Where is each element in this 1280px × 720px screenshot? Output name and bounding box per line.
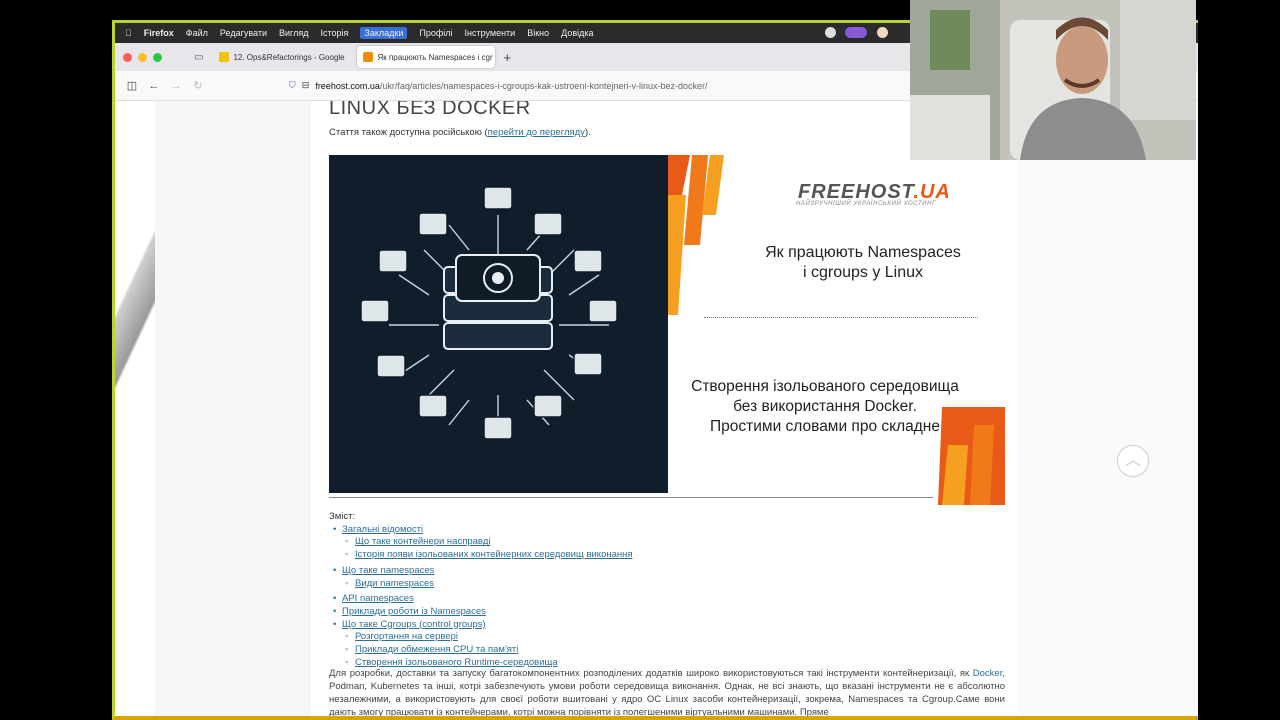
language-note-suffix: ).: [584, 127, 591, 138]
article-title: LINUX БЕЗ DOCKER: [329, 101, 531, 119]
url-path: /ukr/faq/articles/namespaces-i-cgroups-k…: [379, 80, 708, 91]
article-body: LINUX БЕЗ DOCKER Стаття також доступна р…: [311, 101, 1019, 716]
article-banner: FREEHOST.UA НАЙЗРУЧНІШИЙ УКРАЇНСЬКИЙ ХОС…: [329, 155, 1005, 505]
language-note-prefix: Стаття також доступна російською (: [329, 127, 488, 138]
docker-link[interactable]: Docker: [973, 668, 1003, 679]
banner-subheading: Створення ізольованого середовища без ви…: [672, 377, 978, 437]
toc-item: Що таке контейнери насправді: [329, 536, 633, 549]
table-of-contents: Зміст: Загальні відомості Що таке контей…: [329, 511, 633, 669]
language-note: Стаття також доступна російською (перейт…: [329, 127, 591, 138]
banner-orange-stripes: [668, 155, 1005, 505]
screen-record-icon[interactable]: [845, 27, 867, 38]
webcam-overlay: [910, 0, 1196, 160]
freehost-favicon-icon: [363, 52, 374, 62]
banner-heading: Як працюють Namespaces і cgroups у Linux: [728, 243, 998, 283]
toc-link[interactable]: Що таке Cgroups (control groups): [342, 619, 486, 630]
banner-subheading-line: без використання Docker.: [733, 398, 917, 415]
toc-link[interactable]: Загальні відомості: [342, 524, 423, 535]
toc-item: Приклади роботи із Namespaces: [329, 606, 633, 619]
close-window-button[interactable]: [123, 52, 132, 62]
menu-file[interactable]: Файл: [186, 28, 208, 38]
toc-list: Загальні відомості Що таке контейнери на…: [329, 524, 633, 670]
russian-version-link[interactable]: перейти до перегляду: [488, 127, 585, 138]
url-host: freehost.com.ua: [315, 80, 380, 91]
sidebar-tabs-icon[interactable]: ▭: [194, 52, 203, 63]
tray-app-icon[interactable]: [825, 27, 836, 38]
container-architecture-illustration: [360, 186, 618, 440]
scroll-to-top-button[interactable]: ︿: [1117, 445, 1149, 477]
toc-item: Розгортання на сервері: [329, 631, 633, 644]
logo-slogan: НАЙЗРУЧНІШИЙ УКРАЇНСЬКИЙ ХОСТИНГ: [796, 201, 936, 207]
new-tab-icon[interactable]: +: [503, 50, 511, 65]
toc-link[interactable]: Приклади обмеження CPU та пам'яті: [355, 644, 518, 655]
toc-link[interactable]: API namespaces: [342, 593, 414, 604]
banner-heading-line: і cgroups у Linux: [802, 264, 924, 281]
back-arrow-icon[interactable]: ←: [143, 80, 165, 92]
toc-item: Види namespaces: [329, 578, 633, 591]
page-info-icon[interactable]: ⊟: [302, 80, 310, 91]
tab-freehost-article[interactable]: Як працюють Namespaces і cgr ✕: [357, 46, 496, 68]
tab-label: Як працюють Namespaces і cgr: [377, 52, 493, 62]
menu-window[interactable]: Вікно: [527, 28, 549, 38]
minimize-window-button[interactable]: [138, 52, 147, 62]
toc-item: Історія появи ізольованих контейнерних с…: [329, 549, 633, 562]
toc-link[interactable]: Що таке контейнери насправді: [355, 536, 491, 547]
banner-heading-line: Як працюють Namespaces: [765, 244, 961, 261]
banner-bottom-rule: [329, 497, 933, 498]
banner-subheading-line: Простими словами про складне: [710, 418, 940, 435]
tracking-shield-icon[interactable]: ⛉: [289, 80, 296, 91]
logo-main: FREEHOST: [798, 181, 914, 203]
menu-help[interactable]: Довідка: [561, 28, 593, 38]
toc-item: Що таке Cgroups (control groups): [329, 619, 633, 632]
address-bar[interactable]: ⛉ ⊟ freehost.com.ua/ukr/faq/articles/nam…: [289, 75, 708, 97]
banner-divider: [704, 317, 978, 318]
google-docs-favicon-icon: [219, 52, 230, 62]
menu-view[interactable]: Вигляд: [279, 28, 309, 38]
chevron-up-icon: ︿: [1124, 452, 1141, 469]
menu-profiles[interactable]: Профілі: [419, 28, 452, 38]
banner-illustration: [329, 155, 668, 493]
toc-label: Зміст:: [329, 511, 356, 522]
zoom-window-button[interactable]: [153, 52, 162, 62]
reload-icon[interactable]: ↻: [187, 79, 209, 92]
apple-icon[interactable]: : [125, 28, 132, 38]
toc-item: Приклади обмеження CPU та пам'яті: [329, 644, 633, 657]
video-frame:  Firefox Файл Редагувати Вигляд Історія…: [0, 0, 1280, 720]
toc-link[interactable]: Історія появи ізольованих контейнерних с…: [355, 549, 633, 560]
tray-status-icon[interactable]: [877, 27, 888, 38]
menu-tools[interactable]: Інструменти: [465, 28, 516, 38]
menu-edit[interactable]: Редагувати: [220, 28, 267, 38]
banner-text-panel: FREEHOST.UA НАЙЗРУЧНІШИЙ УКРАЇНСЬКИЙ ХОС…: [668, 155, 1005, 505]
right-margin: [1019, 101, 1198, 716]
toc-link[interactable]: Що таке namespaces: [342, 565, 434, 576]
toc-link[interactable]: Види namespaces: [355, 578, 434, 589]
logo-suffix: .UA: [913, 181, 951, 203]
presenter-webcam-image: [910, 0, 1196, 160]
toc-item: Загальні відомості: [329, 524, 633, 537]
close-tab-icon[interactable]: ✕: [351, 52, 352, 63]
banner-subheading-line: Створення ізольованого середовища: [691, 378, 959, 395]
sidebar-toggle-icon[interactable]: ◫: [121, 79, 143, 92]
menu-firefox[interactable]: Firefox: [144, 28, 174, 38]
page-viewport: LINUX БЕЗ DOCKER Стаття також доступна р…: [115, 101, 1198, 716]
forward-arrow-icon[interactable]: →: [165, 80, 187, 92]
tab-google-doc[interactable]: 12. Ops&Refactorings - Google ✕: [213, 46, 351, 68]
menu-history[interactable]: Історія: [321, 28, 349, 38]
paragraph-text: Для розробки, доставки та запуску багато…: [329, 668, 973, 679]
intro-paragraph: Для розробки, доставки та запуску багато…: [329, 667, 1005, 716]
toc-item: Що таке namespaces: [329, 565, 633, 578]
tab-label: 12. Ops&Refactorings - Google: [233, 52, 345, 62]
toc-item: API namespaces: [329, 593, 633, 606]
menu-bookmarks[interactable]: Закладки: [360, 27, 408, 39]
toc-link[interactable]: Розгортання на сервері: [355, 631, 458, 642]
page-left-decoration: [115, 101, 155, 716]
toc-link[interactable]: Приклади роботи із Namespaces: [342, 606, 486, 617]
